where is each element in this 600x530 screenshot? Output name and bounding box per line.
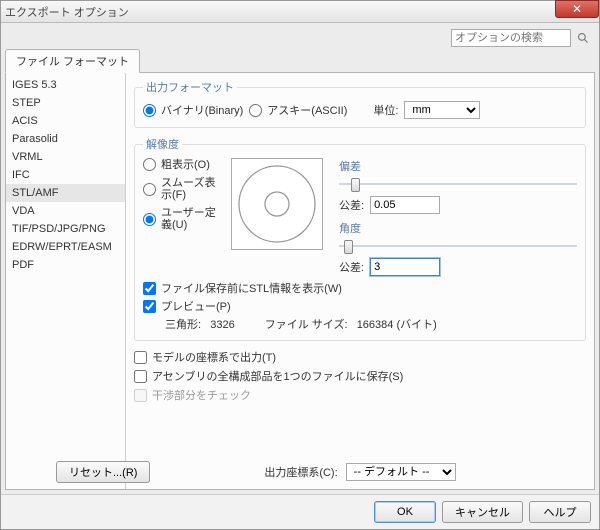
sidebar-item-parasolid[interactable]: Parasolid <box>6 130 125 148</box>
tab-label: ファイル フォーマット <box>16 56 129 68</box>
radio-coarse-input[interactable] <box>143 158 156 171</box>
radio-custom-input[interactable] <box>143 213 156 226</box>
cancel-button[interactable]: キャンセル <box>442 501 523 523</box>
radio-coarse[interactable]: 粗表示(O) <box>143 158 223 171</box>
show-stl-info-label: ファイル保存前にSTL情報を表示(W) <box>161 280 342 296</box>
sidebar-item-vrml[interactable]: VRML <box>6 148 125 166</box>
unit-select[interactable]: mm <box>404 101 480 119</box>
radio-fine[interactable]: スムーズ表示(F) <box>143 177 223 201</box>
sidebar-item-tif-psd-jpg-png[interactable]: TIF/PSD/JPG/PNG <box>6 220 125 238</box>
check-interference-checkbox <box>134 389 147 402</box>
deviation-tol-label: 公差: <box>339 197 364 213</box>
preview-thumbnail <box>231 158 323 250</box>
reset-button[interactable]: リセット...(R) <box>56 461 150 483</box>
save-assembly-checkbox[interactable] <box>134 370 147 383</box>
unit-label: 単位: <box>373 102 398 118</box>
close-icon: ✕ <box>572 2 582 16</box>
deviation-slider[interactable] <box>339 176 577 192</box>
model-cs-checkbox[interactable] <box>134 351 147 364</box>
format-settings-panel: 出力フォーマット バイナリ(Binary) アスキー(ASCII) 単位: mm <box>126 73 594 489</box>
sidebar-item-step[interactable]: STEP <box>6 94 125 112</box>
resolution-legend: 解像度 <box>143 136 182 152</box>
output-format-legend: 出力フォーマット <box>143 79 237 95</box>
angle-slider[interactable] <box>339 238 577 254</box>
ok-button[interactable]: OK <box>374 501 436 523</box>
radio-ascii-input[interactable] <box>249 104 262 117</box>
radio-custom[interactable]: ユーザー定義(U) <box>143 207 223 231</box>
radio-ascii[interactable]: アスキー(ASCII) <box>249 102 347 118</box>
dialog-window: エクスポート オプション ✕ ファイル フォーマット IGES 5.3STEPA… <box>0 0 600 530</box>
sidebar-item-stl-amf[interactable]: STL/AMF <box>6 184 125 202</box>
deviation-label: 偏差 <box>339 158 577 174</box>
window-title: エクスポート オプション <box>5 4 129 20</box>
model-cs-label: モデルの座標系で出力(T) <box>152 349 276 365</box>
show-stl-info-checkbox[interactable] <box>143 282 156 295</box>
preview-checkbox[interactable] <box>143 300 156 313</box>
radio-binary-input[interactable] <box>143 104 156 117</box>
sidebar-item-acis[interactable]: ACIS <box>6 112 125 130</box>
options-search-input[interactable] <box>451 29 571 47</box>
format-list: IGES 5.3STEPACISParasolidVRMLIFCSTL/AMFV… <box>6 73 126 489</box>
resolution-group: 解像度 粗表示(O) スムーズ表示(F) <box>134 136 586 341</box>
close-button[interactable]: ✕ <box>555 0 599 18</box>
coord-system-label: 出力座標系(C): <box>264 464 337 480</box>
output-format-group: 出力フォーマット バイナリ(Binary) アスキー(ASCII) 単位: mm <box>134 79 586 128</box>
preview-label: プレビュー(P) <box>161 298 231 314</box>
help-button[interactable]: ヘルプ <box>529 501 591 523</box>
sidebar-item-pdf[interactable]: PDF <box>6 256 125 274</box>
angle-label: 角度 <box>339 220 577 236</box>
titlebar: エクスポート オプション ✕ <box>1 1 599 23</box>
triangle-stat: 三角形: 3326 <box>165 316 235 332</box>
search-icon[interactable] <box>575 29 591 47</box>
filesize-stat: ファイル サイズ: 166384 (バイト) <box>265 316 437 332</box>
tab-file-format[interactable]: ファイル フォーマット <box>5 49 140 73</box>
check-interference-label: 干渉部分をチェック <box>152 387 251 403</box>
angle-tol-input[interactable] <box>370 258 440 276</box>
save-assembly-label: アセンブリの全構成部品を1つのファイルに保存(S) <box>152 368 403 384</box>
coord-system-select[interactable]: -- デフォルト -- <box>346 463 456 481</box>
radio-binary[interactable]: バイナリ(Binary) <box>143 102 243 118</box>
sidebar-item-vda[interactable]: VDA <box>6 202 125 220</box>
sidebar-item-ifc[interactable]: IFC <box>6 166 125 184</box>
sidebar-item-iges-5-3[interactable]: IGES 5.3 <box>6 76 125 94</box>
dialog-footer: OK キャンセル ヘルプ <box>1 494 599 529</box>
angle-tol-label: 公差: <box>339 259 364 275</box>
sidebar-item-edrw-eprt-easm[interactable]: EDRW/EPRT/EASM <box>6 238 125 256</box>
radio-fine-input[interactable] <box>143 183 156 196</box>
deviation-tol-input[interactable] <box>370 196 440 214</box>
